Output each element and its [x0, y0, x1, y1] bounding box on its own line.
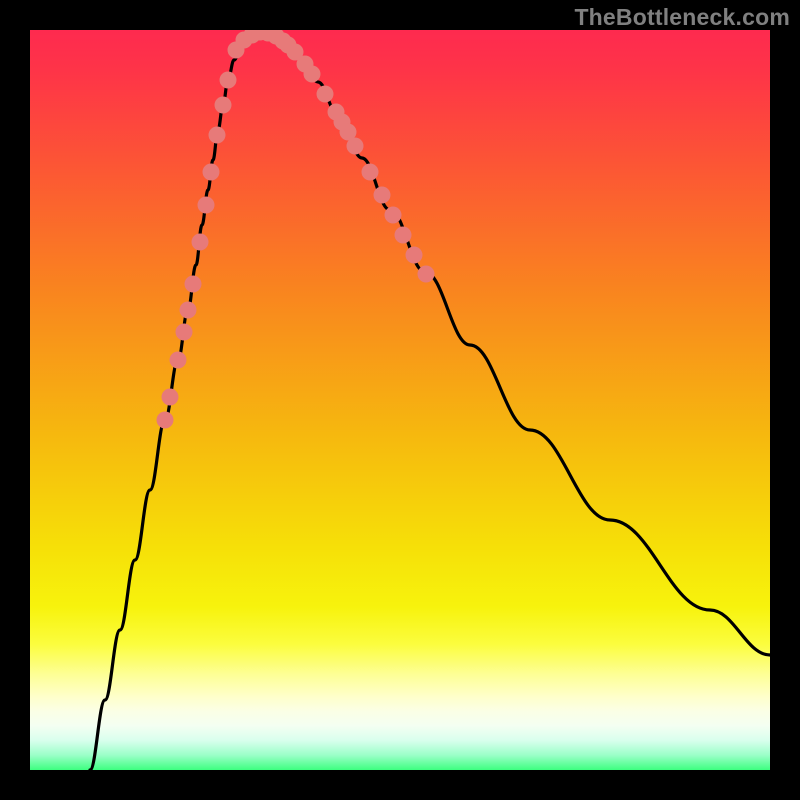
bottleneck-curve [90, 32, 770, 770]
data-marker [317, 86, 334, 103]
data-marker [385, 207, 402, 224]
chart-frame: TheBottleneck.com [0, 0, 800, 800]
data-marker [192, 234, 209, 251]
data-marker [347, 138, 364, 155]
data-marker [220, 72, 237, 89]
data-marker [275, 33, 292, 50]
data-marker [176, 324, 193, 341]
data-marker [198, 197, 215, 214]
data-marker [418, 266, 435, 283]
data-marker [185, 276, 202, 293]
data-marker [395, 227, 412, 244]
data-marker [157, 412, 174, 429]
data-marker [162, 389, 179, 406]
watermark-text: TheBottleneck.com [574, 4, 790, 31]
data-marker [180, 302, 197, 319]
data-marker [170, 352, 187, 369]
chart-svg [30, 30, 770, 770]
data-marker [215, 97, 232, 114]
data-marker [406, 247, 423, 264]
data-marker [374, 187, 391, 204]
data-marker [203, 164, 220, 181]
data-marker [209, 127, 226, 144]
plot-area [30, 30, 770, 770]
data-marker [362, 164, 379, 181]
data-marker [304, 66, 321, 83]
